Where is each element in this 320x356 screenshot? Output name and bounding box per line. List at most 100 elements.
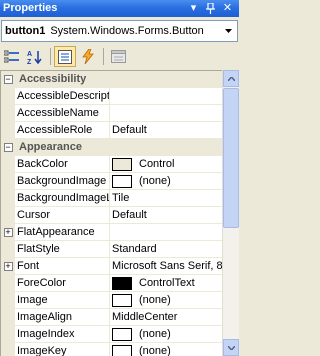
selected-object-name: button1 [5,25,46,37]
row-gutter [1,308,15,326]
property-row-background-image[interactable]: BackgroundImage (none) [1,172,222,190]
property-value[interactable]: Standard [110,241,222,258]
property-value-cell[interactable]: (none) [110,326,222,343]
property-name: AccessibleRole [15,121,110,139]
property-value: (none) [139,294,171,306]
color-swatch [112,157,132,171]
collapse-icon[interactable]: − [3,74,13,84]
row-gutter [1,104,15,122]
property-row-flat-appearance[interactable]: + FlatAppearance [1,223,222,241]
categorized-button[interactable] [1,46,23,67]
toolbar-separator [50,48,51,65]
property-value[interactable]: Tile [110,190,222,207]
scrollbar-thumb[interactable] [223,88,239,228]
object-selector-dropdown[interactable] [220,21,237,41]
property-value-cell[interactable]: ControlText [110,275,222,292]
property-value-cell[interactable]: (none) [110,173,222,190]
property-value[interactable] [110,105,222,122]
chevron-down-icon [227,345,235,350]
property-row-image-key[interactable]: ImageKey (none) [1,342,222,356]
category-appearance[interactable]: − Appearance [1,138,222,156]
chevron-down-icon [225,29,232,33]
row-gutter: + [1,257,15,275]
row-gutter [1,342,15,356]
scroll-up-button[interactable] [223,70,239,87]
property-row-font[interactable]: + Font Microsoft Sans Serif, 8 [1,257,222,275]
expand-icon[interactable]: + [3,261,13,271]
property-value[interactable]: Microsoft Sans Serif, 8 [110,258,222,275]
property-value-cell[interactable]: (none) [110,343,222,356]
property-value[interactable]: MiddleCenter [110,309,222,326]
categorized-icon [4,50,19,62]
svg-text:A: A [27,51,32,58]
properties-button[interactable] [54,46,76,67]
property-row-fore-color[interactable]: ForeColor ControlText [1,274,222,292]
property-value: (none) [139,345,171,356]
property-row-background-image-layout[interactable]: BackgroundImageL Tile [1,189,222,207]
row-gutter [1,206,15,224]
window-titlebar: Properties ▾ ✕ [0,0,239,17]
property-pages-icon [110,50,126,63]
row-gutter: + [1,223,15,241]
alphabetical-icon: A Z [27,50,42,65]
property-value: ControlText [139,277,195,289]
category-accessibility[interactable]: − Accessibility [1,71,222,88]
expand-icon[interactable]: + [3,227,13,237]
auto-hide-button[interactable] [203,1,218,15]
category-gutter: − [1,138,15,156]
property-name: FlatAppearance [15,223,110,241]
property-row-accessible-description[interactable]: AccessibleDescriptio [1,87,222,105]
property-value-cell[interactable]: Control [110,156,222,173]
row-gutter [1,274,15,292]
alphabetical-button[interactable]: A Z [24,46,46,67]
property-name: AccessibleDescriptio [15,87,110,105]
property-row-back-color[interactable]: BackColor Control [1,155,222,173]
property-value[interactable] [110,224,222,241]
property-name: Cursor [15,206,110,224]
window-title: Properties [3,2,58,14]
row-gutter [1,325,15,343]
property-value: Control [139,158,175,170]
row-gutter [1,121,15,139]
property-value[interactable] [110,88,222,105]
property-row-accessible-role[interactable]: AccessibleRole Default [1,121,222,139]
property-value[interactable]: Default [110,122,222,139]
properties-toolbar: A Z [1,45,238,68]
property-row-image[interactable]: Image (none) [1,291,222,309]
events-button[interactable] [77,46,99,67]
property-pages-button[interactable] [107,46,129,67]
image-preview [112,293,132,307]
selected-object-type: System.Windows.Forms.Button [50,25,204,37]
close-icon: ✕ [222,1,233,14]
property-row-image-index[interactable]: ImageIndex (none) [1,325,222,343]
category-label: Accessibility [19,72,87,85]
property-name: Font [15,257,110,275]
close-button[interactable]: ✕ [220,1,235,15]
property-name: ForeColor [15,274,110,292]
row-gutter [1,172,15,190]
property-row-accessible-name[interactable]: AccessibleName [1,104,222,122]
object-selector[interactable]: button1 System.Windows.Forms.Button [1,20,238,42]
property-value-cell[interactable]: (none) [110,292,222,309]
vertical-scrollbar[interactable] [222,70,239,356]
image-preview [112,327,132,341]
window-position-button[interactable]: ▾ [186,1,201,15]
property-name: AccessibleName [15,104,110,122]
property-row-flat-style[interactable]: FlatStyle Standard [1,240,222,258]
property-name: BackgroundImage [15,172,110,190]
chevron-up-icon [227,76,235,81]
collapse-icon[interactable]: − [3,142,13,152]
scroll-down-button[interactable] [223,339,239,356]
row-gutter [1,189,15,207]
property-row-cursor[interactable]: Cursor Default [1,206,222,224]
property-row-image-align[interactable]: ImageAlign MiddleCenter [1,308,222,326]
property-value[interactable]: Default [110,207,222,224]
row-gutter [1,240,15,258]
dropdown-arrow-icon: ▾ [190,1,197,14]
pin-icon [206,2,215,14]
property-name: ImageIndex [15,325,110,343]
properties-icon [58,49,72,64]
color-swatch [112,276,132,290]
category-label: Appearance [19,140,82,153]
property-name: ImageKey [15,342,110,356]
